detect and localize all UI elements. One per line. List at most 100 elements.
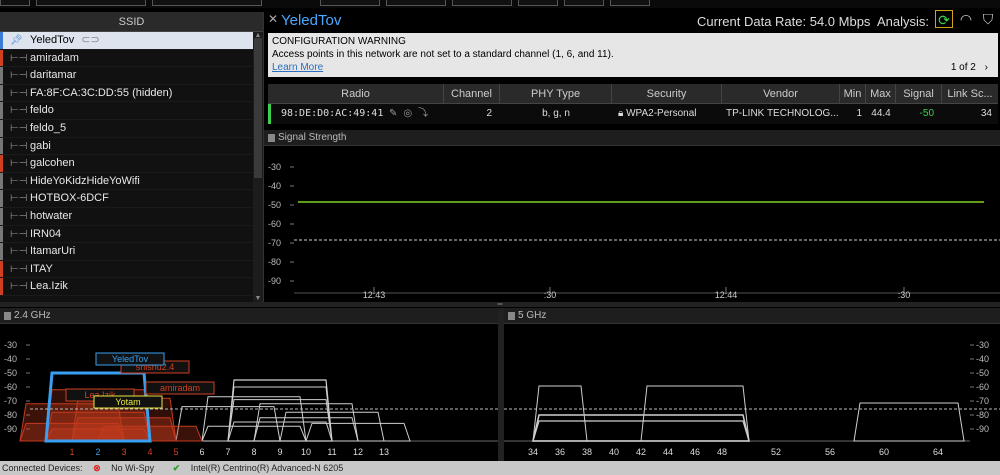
toolbar-tab[interactable] bbox=[36, 0, 146, 6]
channel-label: 13 bbox=[379, 447, 389, 457]
label-amiradam: amiradam bbox=[160, 383, 200, 393]
current-data-rate: Current Data Rate: 54.0 Mbps bbox=[697, 14, 871, 29]
toolbar-tab[interactable] bbox=[320, 0, 380, 6]
col-link-score[interactable]: Link Sc... bbox=[942, 84, 998, 103]
antenna-icon: ⊢⊣ bbox=[10, 70, 28, 82]
ssid-name: feldo bbox=[30, 104, 54, 117]
pin-icon: 📌︎ bbox=[10, 35, 23, 46]
ssid-row[interactable]: ⊢⊣ ItamarUri bbox=[0, 243, 263, 261]
scroll-down-icon[interactable]: ▼ bbox=[253, 295, 263, 302]
scrollbar-thumb[interactable] bbox=[254, 38, 262, 178]
toolbar-tab[interactable] bbox=[386, 0, 446, 6]
ssid-name: IRN04 bbox=[30, 227, 62, 240]
ssid-scrollbar[interactable]: ▲ ▼ bbox=[253, 32, 263, 302]
refresh-analysis-icon[interactable]: ⟳ bbox=[935, 10, 953, 28]
ssid-color-bar bbox=[0, 102, 3, 119]
wifi-icon[interactable]: ◠ bbox=[957, 10, 975, 28]
antenna-icon: ⊢⊣ bbox=[10, 246, 28, 258]
col-min[interactable]: Min bbox=[840, 84, 866, 103]
close-network-icon[interactable]: ✕ bbox=[268, 12, 278, 26]
ssid-list-panel: SSID 📌︎ YeledTov ⊂⊃ ⊢⊣ amiradam ⊢⊣ daritamar ⊢… bbox=[0, 12, 264, 302]
y-tick-label: -40 bbox=[268, 181, 281, 191]
row-action-icons[interactable]: ✎◎⤵ bbox=[389, 104, 444, 124]
ssid-row[interactable]: ⊢⊣ HOTBOX-6DCF bbox=[0, 190, 263, 208]
ssid-row[interactable]: ⊢⊣ feldo bbox=[0, 102, 263, 120]
next-warning-icon[interactable]: › bbox=[985, 62, 988, 73]
toolbar-tab[interactable] bbox=[152, 0, 262, 6]
col-channel[interactable]: Channel bbox=[444, 84, 500, 103]
ap-shape[interactable] bbox=[640, 385, 750, 442]
channel-label: 4 bbox=[147, 447, 152, 457]
toolbar-tab[interactable] bbox=[518, 0, 558, 6]
ssid-row[interactable]: ⊢⊣ IRN04 bbox=[0, 225, 263, 244]
col-security[interactable]: Security bbox=[612, 84, 722, 103]
cell-vendor: TP-LINK TECHNOLOG... bbox=[726, 108, 839, 119]
ssid-color-bar bbox=[0, 137, 3, 155]
splitter-grip-icon[interactable]: ═ bbox=[492, 301, 508, 308]
antenna-icon: ⊢⊣ bbox=[10, 193, 28, 205]
col-vendor[interactable]: Vendor bbox=[722, 84, 840, 103]
ssid-row[interactable]: ⊢⊣ feldo_5 bbox=[0, 119, 263, 138]
antenna-icon: ⊢⊣ bbox=[10, 175, 28, 187]
ap-shape[interactable] bbox=[201, 425, 307, 442]
ssid-row[interactable]: ⊢⊣ hotwater bbox=[0, 207, 263, 226]
ap-shape[interactable] bbox=[305, 422, 411, 442]
device-intel[interactable]: ✔ Intel(R) Centrino(R) Advanced-N 6205 bbox=[173, 463, 352, 473]
ssid-name: hotwater bbox=[30, 209, 73, 222]
ssid-column-header[interactable]: SSID bbox=[0, 12, 263, 32]
radio-mac: 98:DE:D0:AC:49:41 bbox=[281, 108, 384, 119]
x-tick-label: 12:43 bbox=[363, 290, 386, 300]
col-phy[interactable]: PHY Type bbox=[500, 84, 612, 103]
channel-label: 7 bbox=[225, 447, 230, 457]
toolbar-tab[interactable] bbox=[0, 0, 30, 6]
channel-label: 3 bbox=[121, 447, 126, 457]
ssid-color-bar bbox=[0, 243, 3, 260]
cell-channel: 2 bbox=[486, 108, 492, 119]
ssid-row[interactable]: ⊢⊣ amiradam bbox=[0, 49, 263, 68]
y-tick-label: -30 bbox=[4, 340, 17, 350]
channel-label: 52 bbox=[771, 447, 781, 457]
col-max[interactable]: Max bbox=[866, 84, 896, 103]
band-5-title: 5 GHz bbox=[518, 310, 547, 321]
cell-phy: b, g, n bbox=[542, 108, 570, 119]
device-wispy[interactable]: ⊗ No Wi-Spy bbox=[93, 463, 162, 473]
ssid-row[interactable]: ⊢⊣ HideYoKidzHideYoWifi bbox=[0, 172, 263, 191]
ssid-row[interactable]: ⊢⊣ daritamar bbox=[0, 67, 263, 85]
antenna-icon: ⊢⊣ bbox=[10, 281, 28, 293]
channel-label: 36 bbox=[555, 447, 565, 457]
y-tick-label: -60 bbox=[976, 382, 989, 392]
toolbar-tab[interactable] bbox=[564, 0, 604, 6]
ssid-row[interactable]: 📌︎ YeledTov ⊂⊃ bbox=[0, 32, 263, 50]
ssid-row[interactable]: ⊢⊣ galcohen bbox=[0, 155, 263, 173]
y-tick-label: -70 bbox=[976, 396, 989, 406]
col-signal[interactable]: Signal bbox=[896, 84, 942, 103]
col-radio[interactable]: Radio bbox=[268, 84, 444, 103]
band-24-header: 2.4 GHz bbox=[0, 308, 498, 324]
channel-label: 11 bbox=[327, 447, 336, 457]
channel-label: 8 bbox=[251, 447, 256, 457]
ssid-name: FA:8F:CA:3C:DD:55 (hidden) bbox=[30, 86, 173, 99]
table-row[interactable]: 98:DE:D0:AC:49:41 ✎◎⤵ 2 b, g, n 🔒︎ WPA2-… bbox=[268, 104, 998, 124]
ssid-color-bar bbox=[0, 190, 3, 207]
y-tick-label: -50 bbox=[4, 368, 17, 378]
y-tick-label: -80 bbox=[976, 410, 989, 420]
cell-signal: -50 bbox=[919, 108, 934, 119]
toolbar-tab[interactable] bbox=[452, 0, 512, 6]
channel-label: 44 bbox=[663, 447, 673, 457]
y-tick-label: -90 bbox=[976, 424, 989, 434]
ssid-row[interactable]: ⊢⊣ gabi bbox=[0, 137, 263, 156]
ssid-color-bar bbox=[0, 278, 3, 295]
signal-strength-header: Signal Strength bbox=[264, 130, 1000, 146]
shield-icon[interactable]: ⛉ bbox=[979, 10, 997, 28]
ssid-row[interactable]: ⊢⊣ FA:8F:CA:3C:DD:55 (hidden) bbox=[0, 84, 263, 103]
ap-shape[interactable] bbox=[532, 385, 588, 442]
ssid-name: amiradam bbox=[30, 51, 79, 64]
ssid-color-bar bbox=[0, 172, 3, 190]
y-tick-label: -60 bbox=[268, 219, 281, 229]
ssid-row[interactable]: ⊢⊣ Lea.Izik bbox=[0, 278, 263, 296]
learn-more-link[interactable]: Learn More bbox=[272, 61, 994, 74]
antenna-icon: ⊢⊣ bbox=[10, 263, 28, 275]
toolbar-tab[interactable] bbox=[610, 0, 650, 6]
ssid-name: galcohen bbox=[30, 157, 75, 170]
ssid-row[interactable]: ⊢⊣ ITAY bbox=[0, 260, 263, 279]
